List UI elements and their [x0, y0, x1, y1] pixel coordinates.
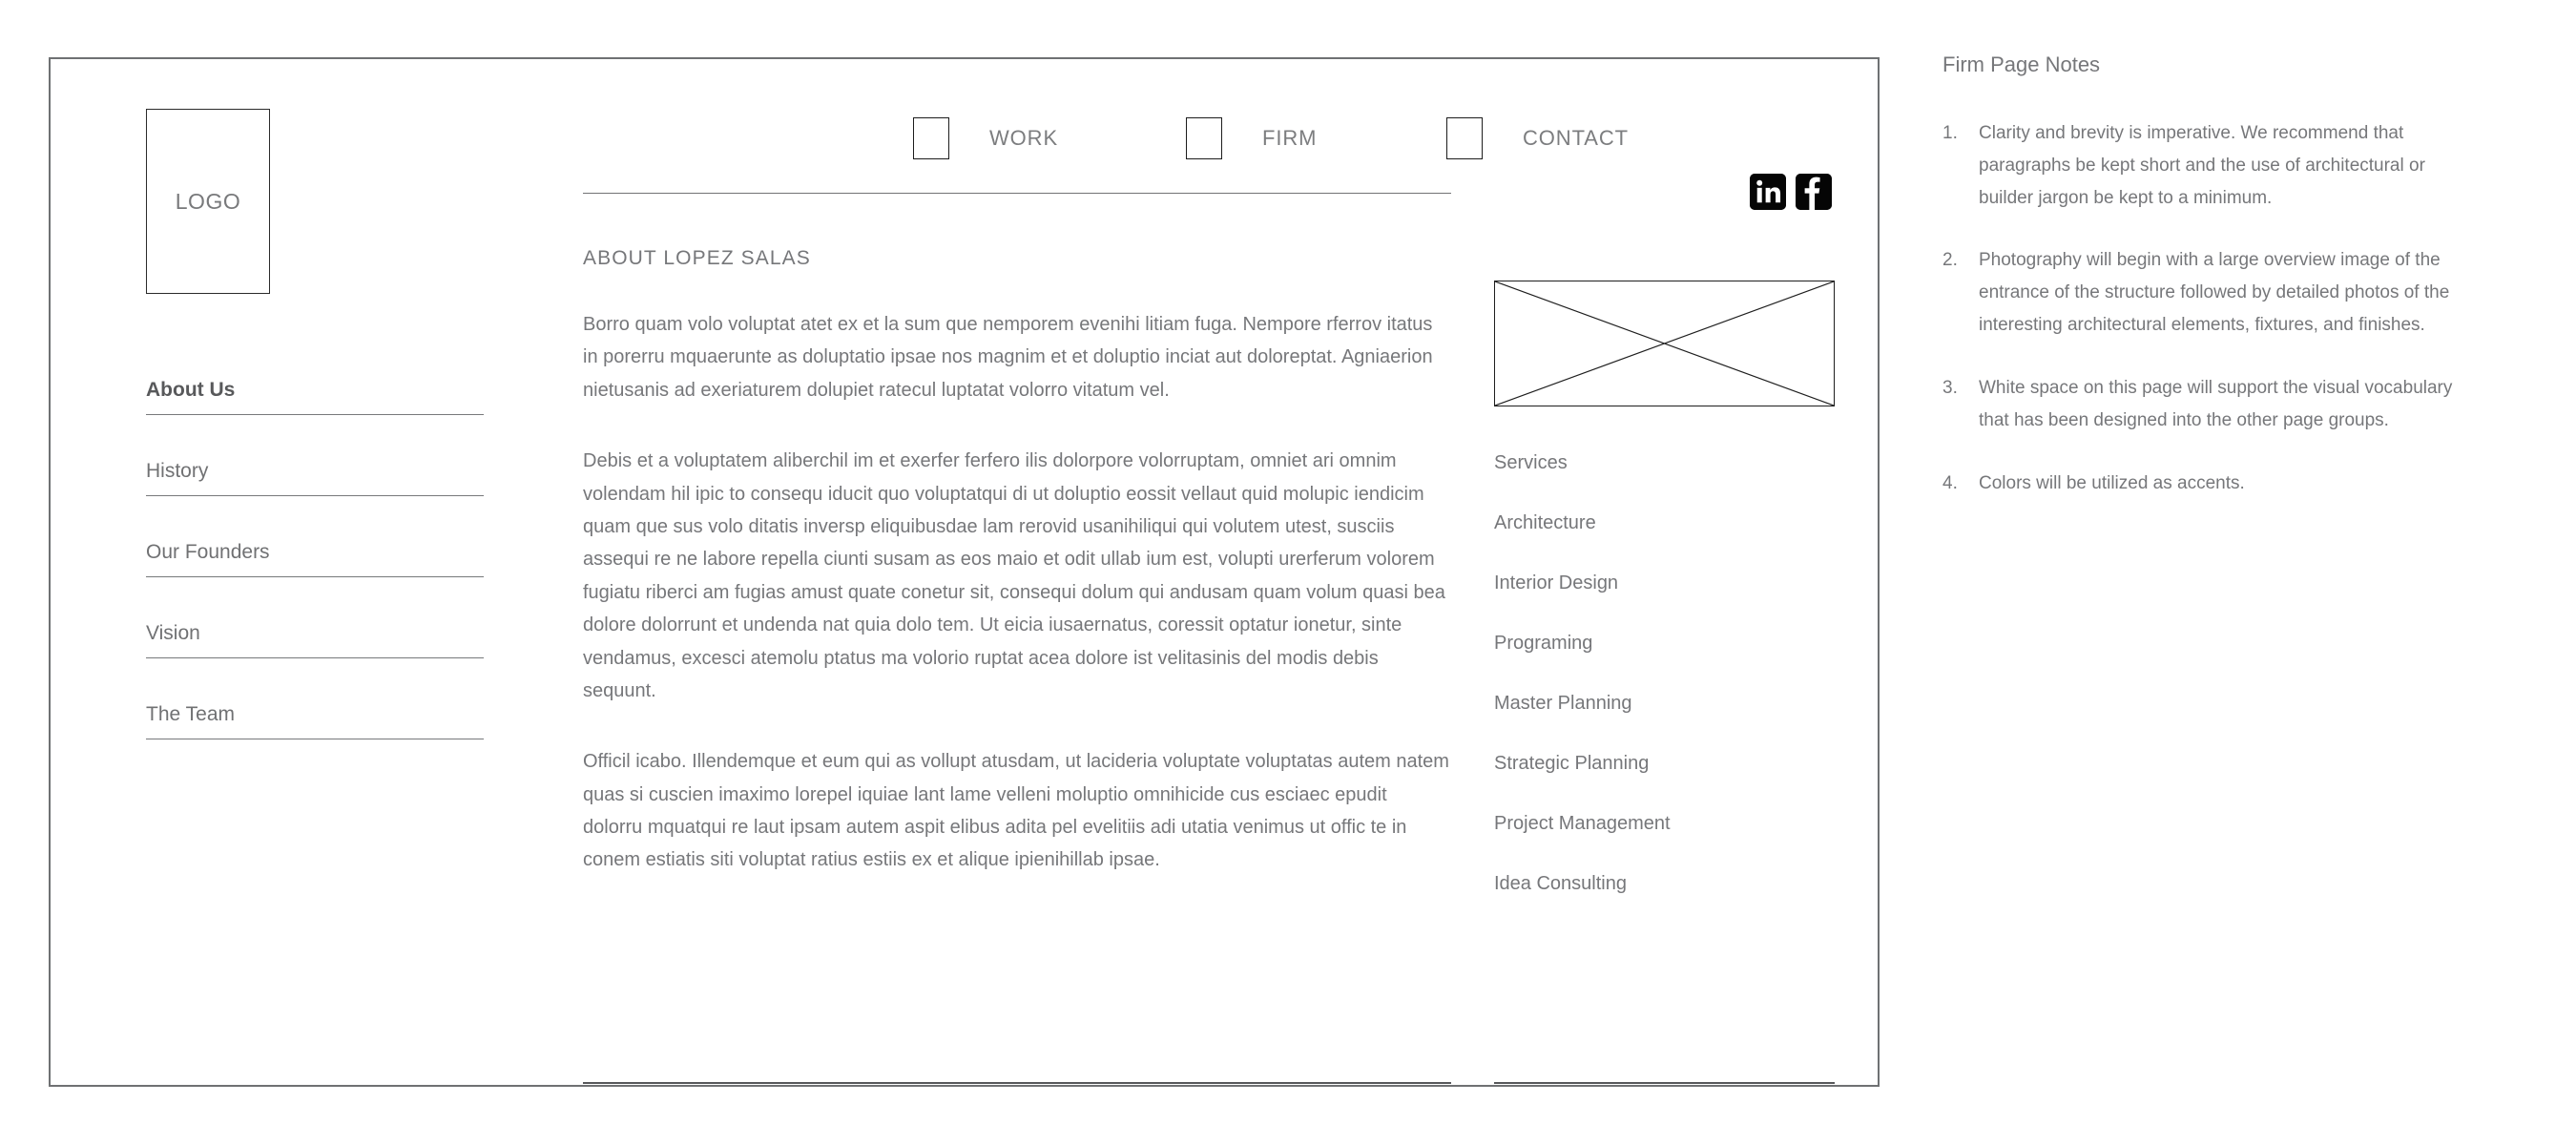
service-item-services[interactable]: Services	[1494, 452, 1835, 474]
note-item: 2. Photography will begin with a large o…	[1942, 244, 2477, 341]
note-number: 4.	[1942, 472, 1958, 493]
service-item-master-planning[interactable]: Master Planning	[1494, 693, 1835, 715]
side-menu-item-our-founders[interactable]: Our Founders	[146, 541, 484, 577]
square-placeholder-icon	[1446, 117, 1483, 159]
page-wireframe-frame: LOGO WORK FIRM CONTACT About Us History …	[49, 57, 1880, 1087]
body-paragraph: Borro quam volo voluptat atet ex et la s…	[583, 314, 1433, 401]
body-paragraph: Debis et a voluptatem aliberchil im et e…	[583, 450, 1445, 701]
service-item-project-management[interactable]: Project Management	[1494, 813, 1835, 835]
side-menu: About Us History Our Founders Vision The…	[146, 379, 484, 739]
note-text: Photography will begin with a large over…	[1979, 250, 2450, 336]
nav-item-firm[interactable]: FIRM	[1186, 116, 1317, 160]
nav-item-contact[interactable]: CONTACT	[1446, 116, 1629, 160]
service-item-interior-design[interactable]: Interior Design	[1494, 572, 1835, 594]
note-item: 1. Clarity and brevity is imperative. We…	[1942, 117, 2477, 214]
note-item: 3. White space on this page will support…	[1942, 372, 2477, 437]
service-item-strategic-planning[interactable]: Strategic Planning	[1494, 753, 1835, 775]
service-item-programing[interactable]: Programing	[1494, 633, 1835, 655]
content-top-divider	[583, 193, 1451, 194]
side-menu-item-history[interactable]: History	[146, 460, 484, 496]
image-placeholder[interactable]	[1494, 281, 1835, 406]
service-item-idea-consulting[interactable]: Idea Consulting	[1494, 873, 1835, 895]
note-number: 3.	[1942, 377, 1958, 398]
nav-item-work[interactable]: WORK	[913, 116, 1058, 160]
square-placeholder-icon	[1186, 117, 1222, 159]
side-menu-item-the-team[interactable]: The Team	[146, 703, 484, 739]
side-menu-item-about-us[interactable]: About Us	[146, 379, 484, 415]
logo-label: LOGO	[175, 188, 241, 214]
note-number: 1.	[1942, 123, 1958, 143]
content-heading: ABOUT LOPEZ SALAS	[583, 247, 811, 269]
notes-title: Firm Page Notes	[1942, 52, 2101, 76]
service-item-architecture[interactable]: Architecture	[1494, 512, 1835, 534]
main-content-column: ABOUT LOPEZ SALAS Borro quam volo volupt…	[583, 193, 1451, 877]
logo-placeholder[interactable]: LOGO	[146, 109, 270, 294]
linkedin-icon[interactable]	[1750, 174, 1786, 210]
body-paragraph: Officil icabo. Illendemque et eum qui as…	[583, 751, 1449, 871]
side-menu-item-vision[interactable]: Vision	[146, 622, 484, 658]
top-navigation: WORK FIRM CONTACT	[913, 116, 1753, 174]
content-bottom-divider	[583, 1082, 1451, 1084]
note-text: Clarity and brevity is imperative. We re…	[1979, 123, 2425, 208]
note-text: Colors will be utilized as accents.	[1979, 472, 2245, 493]
social-icons	[1750, 174, 1832, 210]
right-column: Services Architecture Interior Design Pr…	[1494, 281, 1835, 895]
note-number: 2.	[1942, 250, 1958, 271]
nav-label-contact: CONTACT	[1523, 126, 1629, 150]
services-bottom-divider	[1494, 1082, 1835, 1084]
nav-label-firm: FIRM	[1262, 126, 1318, 150]
facebook-icon[interactable]	[1796, 174, 1832, 210]
notes-panel: Firm Page Notes 1. Clarity and brevity i…	[1942, 52, 2477, 499]
nav-label-work: WORK	[989, 126, 1059, 150]
note-text: White space on this page will support th…	[1979, 377, 2453, 430]
square-placeholder-icon	[913, 117, 949, 159]
note-item: 4. Colors will be utilized as accents.	[1942, 468, 2477, 500]
